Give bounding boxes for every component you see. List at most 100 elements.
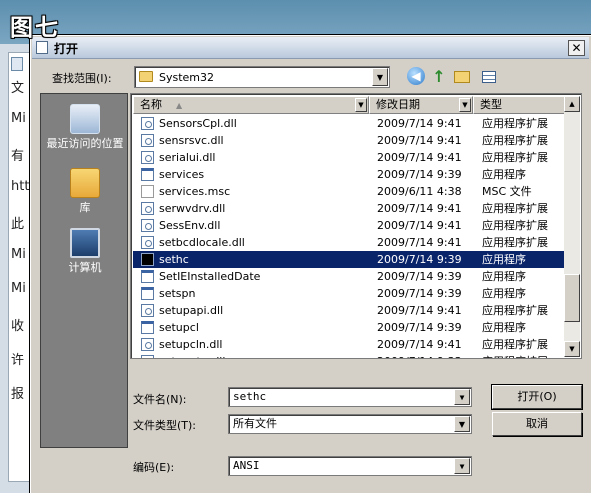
background-tab-label: 文 — [11, 81, 25, 96]
file-type-cell: 应用程序扩展 — [482, 304, 548, 317]
file-row[interactable]: services.msc 2009/6/11 4:38 MSC 文件 — [133, 183, 565, 200]
open-button[interactable]: 打开(O) — [491, 384, 583, 410]
file-date-cell: 2009/7/14 9:39 — [377, 321, 462, 334]
file-name-cell: sensrsvc.dll — [159, 134, 224, 147]
chevron-down-icon[interactable]: ▼ — [372, 68, 388, 86]
file-date-cell: 2009/7/14 9:41 — [377, 117, 462, 130]
dll-file-icon — [141, 338, 154, 351]
column-name-label: 名称 — [140, 98, 162, 111]
file-list[interactable]: 名称 ▲ ▼ 修改日期 ▼ 类型 SensorsCpl.dll 2009/7/14 … — [130, 93, 582, 359]
file-type-cell: 应用程序 — [482, 270, 526, 283]
back-button[interactable]: ◀ — [406, 67, 426, 87]
exe-file-icon — [141, 321, 154, 334]
console-app-icon — [141, 253, 154, 266]
dialog-title: 打开 — [54, 42, 79, 56]
column-type-label: 类型 — [480, 98, 502, 111]
new-folder-button[interactable] — [452, 67, 472, 87]
file-type-cell: 应用程序 — [482, 253, 526, 266]
file-name-cell: setspn — [159, 287, 196, 300]
chevron-down-icon[interactable]: ▼ — [454, 416, 470, 432]
chevron-down-icon[interactable]: ▼ — [454, 389, 470, 405]
dll-file-icon — [141, 236, 154, 249]
background-line: Mi — [11, 111, 26, 126]
file-type-cell: 应用程序扩展 — [482, 219, 548, 232]
file-type-cell: 应用程序扩展 — [482, 353, 562, 358]
scroll-down-button[interactable]: ▼ — [564, 341, 580, 357]
sort-ascending-icon: ▲ — [176, 101, 183, 110]
file-name-cell: setupetw.dll — [159, 353, 369, 358]
view-menu-button[interactable]: ▼ — [476, 67, 502, 109]
background-line: 有 — [11, 149, 25, 164]
background-line: 收 — [11, 319, 25, 334]
back-arrow-icon: ◀ — [407, 67, 425, 85]
file-date-cell: 2009/7/14 9:41 — [377, 151, 462, 164]
file-type-cell: 应用程序扩展 — [482, 151, 548, 164]
place-label: 最近访问的位置 — [46, 137, 124, 150]
file-name-cell: setupapi.dll — [159, 304, 224, 317]
file-name-label: 文件名(N): — [133, 393, 187, 406]
dialog-titlebar[interactable]: 打开 ✕ — [32, 37, 589, 59]
file-row[interactable]: setupcln.dll 2009/7/14 9:41 应用程序扩展 — [133, 336, 565, 353]
dll-file-icon — [141, 117, 154, 130]
file-name-cell: serwvdrv.dll — [159, 202, 226, 215]
place-libraries[interactable]: 库 — [41, 168, 129, 214]
close-button[interactable]: ✕ — [568, 40, 585, 56]
background-document: 文 Mi 有 htt 此 Mi Mi 收 许 报 — [8, 52, 30, 482]
file-row[interactable]: SessEnv.dll 2009/7/14 9:41 应用程序扩展 — [133, 217, 565, 234]
file-row[interactable]: serwvdrv.dll 2009/7/14 9:41 应用程序扩展 — [133, 200, 565, 217]
place-computer[interactable]: 计算机 — [41, 228, 129, 274]
file-name-input[interactable]: sethc ▼ — [228, 387, 472, 407]
cancel-button[interactable]: 取消 — [492, 412, 582, 436]
file-type-cell: MSC 文件 — [482, 185, 532, 198]
background-line: 许 — [11, 353, 25, 368]
file-row[interactable]: sethc 2009/7/14 9:39 应用程序 — [133, 251, 565, 268]
file-row[interactable]: setupapi.dll 2009/7/14 9:41 应用程序扩展 — [133, 302, 565, 319]
background-line: 此 — [11, 217, 25, 232]
libraries-icon — [70, 168, 100, 198]
scroll-thumb[interactable] — [564, 274, 580, 322]
file-row[interactable]: setbcdlocale.dll 2009/7/14 9:41 应用程序扩展 — [133, 234, 565, 251]
file-date-cell: 2009/7/14 9:41 — [377, 202, 462, 215]
file-date-cell: 2009/7/14 9:41 — [377, 219, 462, 232]
dll-file-icon — [141, 202, 154, 215]
file-type-label: 文件类型(T): — [133, 419, 197, 432]
places-bar: 最近访问的位置 库 计算机 — [40, 93, 128, 448]
vertical-scrollbar[interactable]: ▲ ▼ — [564, 96, 580, 357]
file-row[interactable]: setspn 2009/7/14 9:39 应用程序 — [133, 285, 565, 302]
up-folder-button[interactable]: ↑ — [429, 67, 449, 87]
file-row[interactable]: setupcl 2009/7/14 9:39 应用程序 — [133, 319, 565, 336]
background-line: Mi — [11, 247, 26, 262]
file-date-cell: 2009/7/14 9:39 — [377, 287, 462, 300]
chevron-down-icon[interactable]: ▼ — [459, 98, 471, 112]
encoding-dropdown[interactable]: ANSI ▼ — [228, 456, 472, 476]
place-recent[interactable]: 最近访问的位置 — [41, 104, 129, 150]
file-row[interactable]: sensrsvc.dll 2009/7/14 9:41 应用程序扩展 — [133, 132, 565, 149]
file-type-cell: 应用程序 — [482, 168, 526, 181]
file-row[interactable]: setupetw.dll 2009/7/14 9:33 应用程序扩展 — [133, 353, 565, 358]
chevron-down-icon[interactable]: ▼ — [454, 458, 470, 474]
new-folder-icon — [454, 71, 470, 83]
file-row[interactable]: SetIEInstalledDate 2009/7/14 9:39 应用程序 — [133, 268, 565, 285]
figure-caption: 图七 — [10, 15, 60, 41]
file-row[interactable]: SensorsCpl.dll 2009/7/14 9:41 应用程序扩展 — [133, 115, 565, 132]
dll-file-icon — [141, 151, 154, 164]
column-header-type[interactable]: 类型 — [473, 96, 565, 114]
background-line: Mi — [11, 281, 26, 296]
file-type-cell: 应用程序 — [482, 287, 526, 300]
scroll-up-button[interactable]: ▲ — [564, 96, 580, 112]
file-row[interactable]: services 2009/7/14 9:39 应用程序 — [133, 166, 565, 183]
look-in-dropdown[interactable]: System32 ▼ — [134, 66, 390, 88]
file-row[interactable]: serialui.dll 2009/7/14 9:41 应用程序扩展 — [133, 149, 565, 166]
file-type-cell: 应用程序 — [482, 321, 526, 334]
file-type-dropdown[interactable]: 所有文件 ▼ — [228, 414, 472, 434]
up-arrow-icon: ↑ — [432, 67, 446, 86]
dll-file-icon — [141, 304, 154, 317]
file-date-cell: 2009/7/14 9:41 — [377, 134, 462, 147]
chevron-down-icon[interactable]: ▼ — [355, 98, 367, 112]
file-type-value: 所有文件 — [233, 417, 277, 430]
file-date-cell: 2009/7/14 9:41 — [377, 304, 462, 317]
file-rows: SensorsCpl.dll 2009/7/14 9:41 应用程序扩展 sensrs… — [133, 115, 565, 358]
column-header-date[interactable]: 修改日期 ▼ — [369, 96, 473, 114]
column-header-name[interactable]: 名称 ▲ ▼ — [133, 96, 369, 114]
file-name-cell: serialui.dll — [159, 151, 216, 164]
